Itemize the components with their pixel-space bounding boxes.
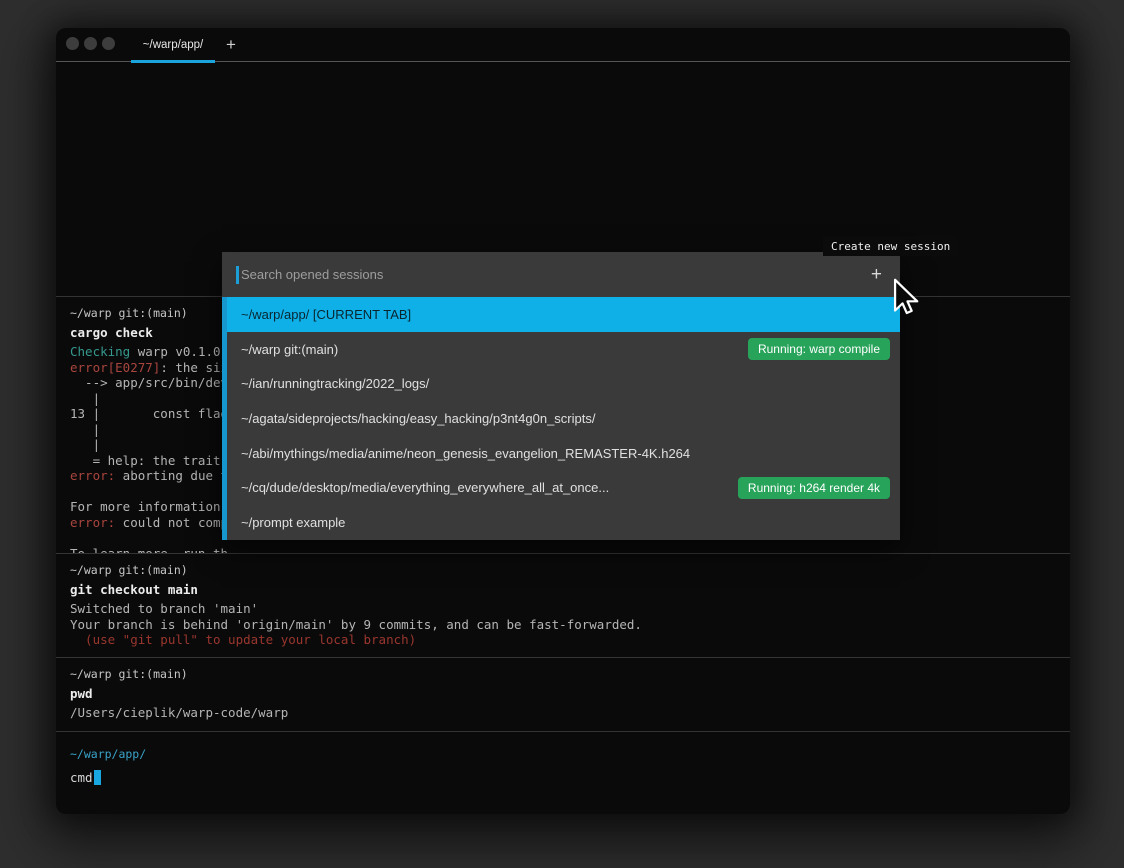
session-item[interactable]: ~/prompt example — [227, 505, 900, 540]
session-label: ~/cq/dude/desktop/media/everything_every… — [241, 480, 738, 495]
tab-active[interactable]: ~/warp/app/ — [131, 28, 215, 61]
command-output: Switched to branch 'main' Your branch is… — [70, 601, 1070, 648]
prompt-header: ~/warp git:(main) — [70, 554, 1070, 577]
tab-title: ~/warp/app/ — [143, 39, 203, 51]
session-item[interactable]: ~/ian/runningtracking/2022_logs/ — [227, 366, 900, 401]
session-item[interactable]: ~/warp git:(main)Running: warp compile — [227, 332, 900, 367]
window-controls — [66, 37, 115, 50]
mouse-cursor-icon — [884, 278, 922, 323]
command-output: /Users/cieplik/warp-code/warp — [70, 705, 1070, 721]
session-search-row: Search opened sessions + — [222, 252, 900, 297]
active-prompt-block: ~/warp/app/ cmd — [56, 731, 1070, 814]
search-caret-icon — [236, 266, 239, 284]
command-text: git checkout main — [70, 582, 1070, 597]
typed-command: cmd — [70, 770, 93, 785]
session-item[interactable]: ~/cq/dude/desktop/media/everything_every… — [227, 471, 900, 506]
session-label: ~/warp git:(main) — [241, 342, 748, 357]
session-item[interactable]: ~/abi/mythings/media/anime/neon_genesis_… — [227, 436, 900, 471]
command-text: pwd — [70, 686, 1070, 701]
session-label: ~/agata/sideprojects/hacking/easy_hackin… — [241, 411, 890, 426]
prompt-header: ~/warp git:(main) — [70, 658, 1070, 681]
session-list: ~/warp/app/ [CURRENT TAB] ~/warp git:(mai… — [222, 297, 900, 540]
session-label: ~/ian/runningtracking/2022_logs/ — [241, 376, 890, 391]
title-bar: ~/warp/app/ + — [56, 28, 1070, 62]
terminal-block-git-checkout: ~/warp git:(main) git checkout main Switch… — [56, 553, 1070, 657]
prompt-path: ~/warp/app/ — [70, 747, 1070, 761]
command-input[interactable]: cmd — [70, 770, 1070, 785]
window-control-minimize-icon[interactable] — [84, 37, 97, 50]
tooltip: Create new session — [823, 236, 958, 256]
session-item[interactable]: ~/warp/app/ [CURRENT TAB] — [227, 297, 900, 332]
window-control-maximize-icon[interactable] — [102, 37, 115, 50]
terminal-window: ~/warp/app/ + ~/warp git:(main)cargo che… — [56, 28, 1070, 814]
session-item[interactable]: ~/agata/sideprojects/hacking/easy_hackin… — [227, 401, 900, 436]
search-input[interactable]: Search opened sessions — [241, 267, 867, 282]
session-label: ~/warp/app/ [CURRENT TAB] — [241, 307, 890, 322]
running-badge: Running: warp compile — [748, 338, 890, 360]
session-label: ~/abi/mythings/media/anime/neon_genesis_… — [241, 446, 890, 461]
text-cursor-icon — [94, 770, 101, 785]
running-badge: Running: h264 render 4k — [738, 477, 890, 499]
session-picker: Search opened sessions + ~/warp/app/ [CU… — [222, 252, 900, 540]
new-tab-button[interactable]: + — [216, 28, 246, 61]
session-label: ~/prompt example — [241, 515, 890, 530]
terminal-block-pwd: ~/warp git:(main) pwd/Users/cieplik/warp-… — [56, 657, 1070, 731]
window-control-close-icon[interactable] — [66, 37, 79, 50]
